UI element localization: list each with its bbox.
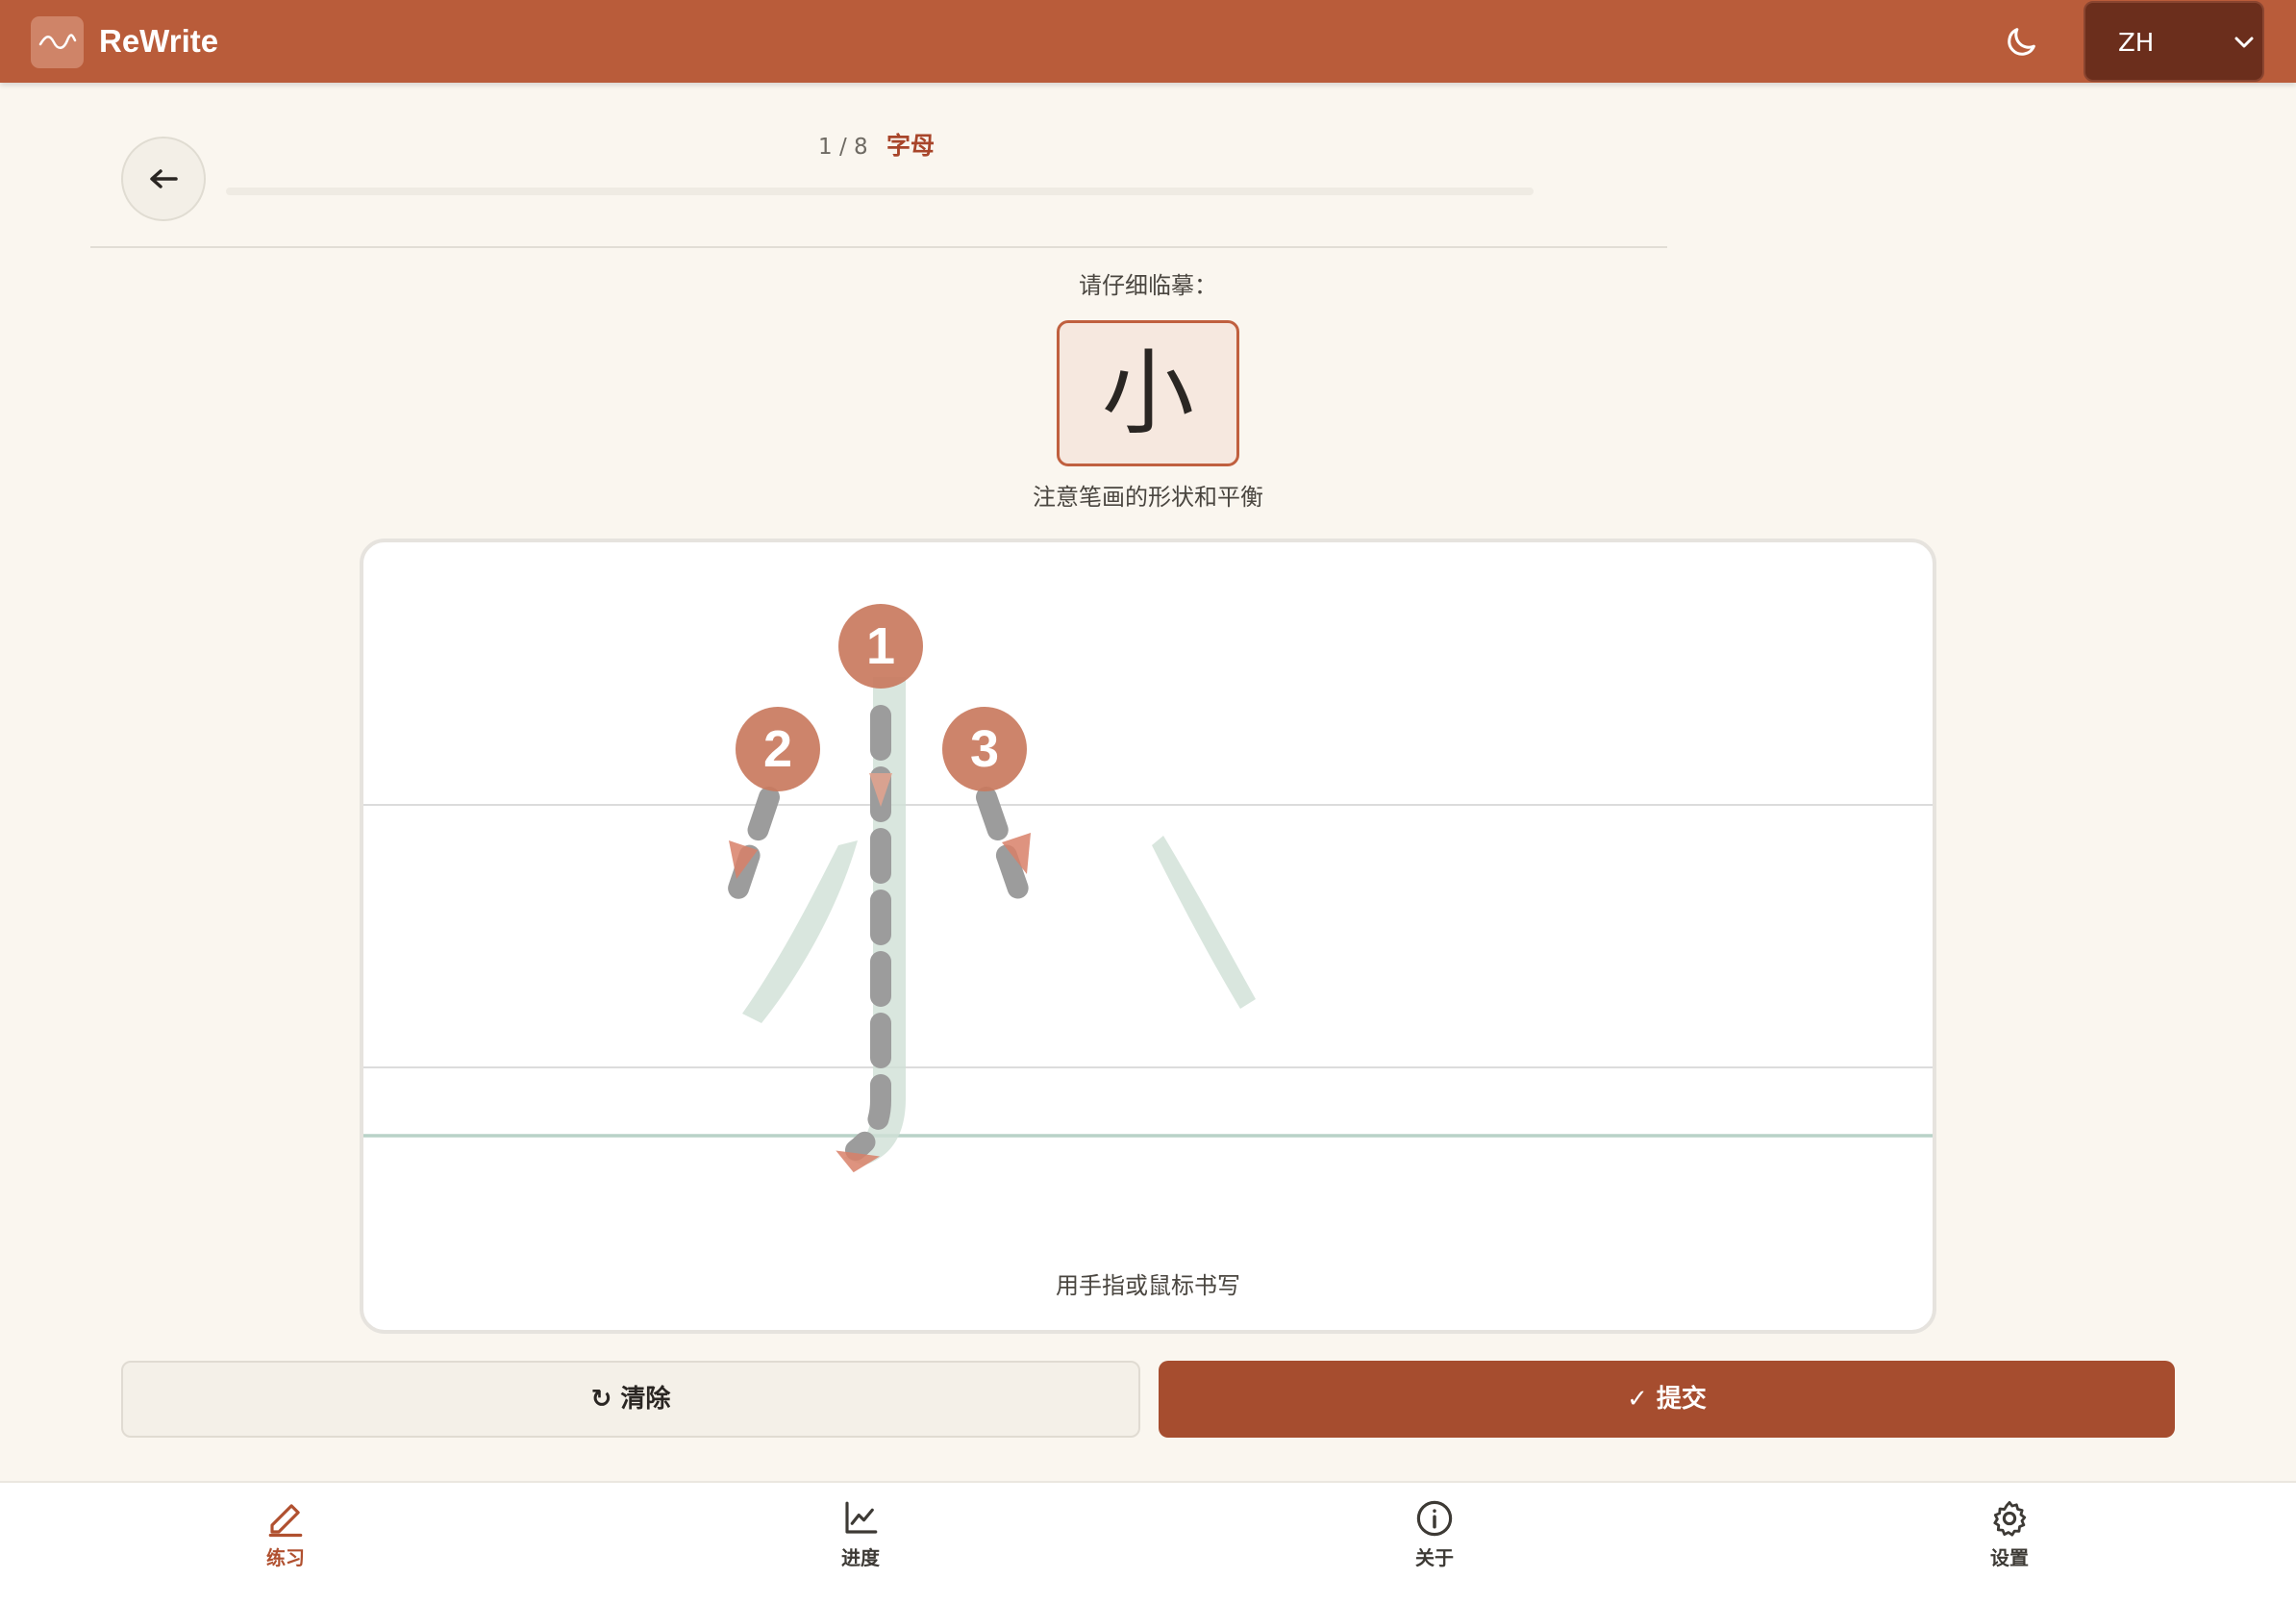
- nav-item-label: 关于: [1415, 1546, 1454, 1569]
- stroke-hint: 注意笔画的形状和平衡: [1033, 484, 1263, 511]
- target-character: 小: [1057, 320, 1239, 466]
- nav-item-label: 练习: [266, 1546, 305, 1569]
- nav-item-label: 设置: [1990, 1546, 2029, 1569]
- arrow-left-icon: [150, 169, 178, 188]
- lesson-category: 字母: [886, 132, 936, 160]
- stroke-3-start-marker: 3: [942, 707, 1027, 791]
- character-stroke-2-shape: [742, 840, 858, 1023]
- lesson-progress-bar: [226, 188, 1534, 195]
- nav-item-progress[interactable]: 进度: [793, 1498, 928, 1585]
- nav-item-practice[interactable]: 练习: [218, 1498, 353, 1585]
- stroke-3-number: 3: [970, 720, 999, 778]
- clear-button[interactable]: ↻ 清除: [121, 1361, 1140, 1438]
- info-icon: [1416, 1500, 1453, 1537]
- app-header: ReWrite ZH: [0, 0, 2296, 83]
- stroke-2-number: 2: [763, 720, 792, 778]
- nav-item-label: 进度: [841, 1546, 880, 1569]
- language-select[interactable]: ZH: [2084, 1, 2264, 82]
- nav-item-settings[interactable]: 设置: [1942, 1498, 2077, 1585]
- app-title: ReWrite: [99, 23, 219, 59]
- writing-canvas[interactable]: 1 2 3 用手指或鼠标书写: [360, 539, 1936, 1334]
- lesson-progress-count: 1 / 8: [818, 135, 868, 160]
- chevron-down-icon: [2234, 37, 2254, 48]
- app-logo-icon: [31, 16, 84, 68]
- submit-button[interactable]: ✓ 提交: [1159, 1361, 2175, 1438]
- chart-icon: [845, 1501, 878, 1534]
- character-stroke-3-shape: [1152, 836, 1256, 1009]
- trace-prompt-label: 请仔细临摹：: [1079, 272, 1217, 299]
- language-select-value: ZH: [2118, 29, 2155, 58]
- divider: [90, 246, 1667, 248]
- stroke-guide-layer: 1 2 3: [363, 604, 1933, 1173]
- nav-item-about[interactable]: 关于: [1367, 1498, 1502, 1585]
- dark-mode-toggle-button[interactable]: [2002, 23, 2040, 62]
- pencil-icon: [268, 1504, 303, 1538]
- moon-icon: [2008, 28, 2035, 56]
- back-button[interactable]: [121, 137, 206, 221]
- gear-icon: [1993, 1500, 2027, 1537]
- bottom-nav: 练习 进度 关于 设置: [0, 1481, 2296, 1604]
- canvas-instruction: 用手指或鼠标书写: [1056, 1272, 1240, 1299]
- stroke-2-start-marker: 2: [736, 707, 820, 791]
- stroke-1-number: 1: [866, 617, 895, 675]
- stroke-1-start-marker: 1: [838, 604, 923, 689]
